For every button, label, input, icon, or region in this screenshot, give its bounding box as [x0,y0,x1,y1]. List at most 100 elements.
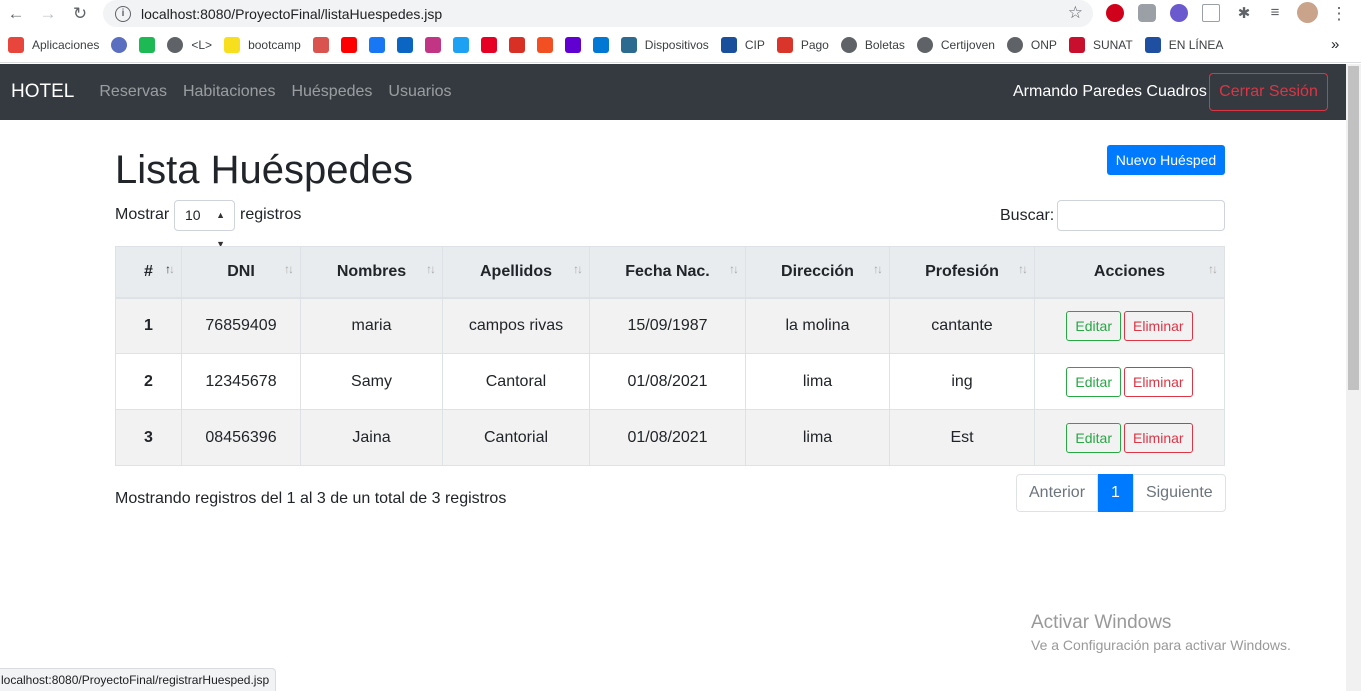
en-linea-icon [1144,36,1161,53]
back-arrow-icon[interactable]: ← [5,4,27,24]
bookmark-item[interactable] [111,36,128,53]
bookmark-item[interactable]: Dispositivos [620,36,709,53]
cell-profesion: ing [889,353,1035,410]
opera-extension-icon[interactable] [1106,4,1124,22]
header-apellidos[interactable]: Apellidos ↑↓ [442,246,590,299]
cell-direccion: lima [745,409,890,466]
bookmark-item[interactable] [396,36,413,53]
cell-index: 3 [115,409,182,466]
bookmark-item[interactable]: bootcamp [224,36,301,53]
cell-index: 2 [115,353,182,410]
table-row: 2 12345678 Samy Cantoral 01/08/2021 lima… [115,353,1225,410]
entries-per-page-select[interactable]: 10 ▲ ▼ [174,200,235,249]
spotify-icon [139,36,156,53]
bookmark-item[interactable] [508,36,525,53]
header-acciones[interactable]: Acciones ↑↓ [1034,246,1225,299]
table-row: 3 08456396 Jaina Cantorial 01/08/2021 li… [115,409,1225,466]
site-info-icon[interactable]: i [115,5,131,22]
new-guest-button[interactable]: Nuevo Huésped [1107,145,1225,175]
bookmark-item[interactable]: <L> [167,36,212,53]
bootcamp-icon [224,36,241,53]
page-scrollbar[interactable] [1346,64,1361,691]
sort-icon: ↑↓ [729,262,739,276]
globe-icon [1006,36,1023,53]
delete-button[interactable]: Eliminar [1124,422,1193,453]
globe-icon [840,36,857,53]
edit-button[interactable]: Editar [1066,422,1121,453]
next-page-button[interactable]: Siguiente [1132,474,1226,512]
edit-button[interactable]: Editar [1066,366,1121,397]
sort-icon: ↑↓ [1208,262,1218,276]
bookmark-item[interactable]: Aplicaciones [8,36,99,53]
header-fecha-nac[interactable]: Fecha Nac. ↑↓ [589,246,746,299]
bookmark-item[interactable] [564,36,581,53]
bookmark-item[interactable]: CIP [720,36,765,53]
more-bookmarks-icon[interactable]: » [1331,36,1339,53]
records-label: registros [240,206,302,223]
bookmark-item[interactable]: EN LÍNEA [1144,36,1223,53]
search-input[interactable] [1057,200,1225,231]
nav-link-reservas[interactable]: Reservas [99,83,167,101]
bookmark-item[interactable] [592,36,609,53]
forward-arrow-icon[interactable]: → [37,4,59,24]
scrollbar-thumb[interactable] [1348,66,1359,390]
bookmark-star-icon[interactable]: ☆ [1068,3,1083,23]
reload-icon[interactable]: ↻ [69,4,91,24]
globe-icon [167,36,184,53]
edit-button[interactable]: Editar [1066,310,1121,341]
nav-link-huespedes[interactable]: Huéspedes [291,83,372,101]
outlook-icon [592,36,609,53]
facebook-icon [368,36,385,53]
bookmark-item[interactable]: Pago [776,36,829,53]
bookmark-item[interactable]: SUNAT [1068,36,1133,53]
cell-nombres: Jaina [300,409,443,466]
header-profesion[interactable]: Profesión ↑↓ [889,246,1035,299]
page-1-button[interactable]: 1 [1098,474,1133,512]
bookmark-item[interactable] [312,36,329,53]
header-direccion[interactable]: Dirección ↑↓ [745,246,890,299]
bookmark-item[interactable]: Certijoven [916,36,995,53]
nav-link-usuarios[interactable]: Usuarios [388,83,451,101]
bookmark-item[interactable]: Boletas [840,36,905,53]
prev-page-button[interactable]: Anterior [1016,474,1099,512]
logout-button[interactable]: Cerrar Sesión [1209,73,1328,111]
bookmark-item[interactable] [368,36,385,53]
microsoft-icon [536,36,553,53]
header-index[interactable]: # ↑↓ [115,246,182,299]
bookmark-item[interactable] [139,36,156,53]
header-nombres[interactable]: Nombres ↑↓ [300,246,443,299]
shield-extension-icon[interactable] [1138,4,1156,22]
url-text: localhost:8080/ProyectoFinal/listaHuespe… [141,5,443,22]
yahoo-mail-icon [564,36,581,53]
top-navbar: HOTEL Reservas Habitaciones Huéspedes Us… [0,64,1346,120]
flower-extension-icon[interactable] [1170,4,1188,22]
search-label: Buscar: [1000,207,1055,224]
bookmarks-bar: Aplicaciones <L> bootcamp Dispositivos CIP Pa… [0,27,1361,63]
bookmark-item[interactable] [480,36,497,53]
browser-menu-icon[interactable]: ⋮ [1328,4,1350,24]
guests-table: # ↑↓ DNI ↑↓ Nombres ↑↓ Apellidos ↑↓ Fecha Na… [115,246,1225,466]
bookmark-item[interactable] [452,36,469,53]
rb-extension-icon[interactable] [1202,4,1220,22]
address-bar[interactable]: i localhost:8080/ProyectoFinal/listaHues… [103,0,1093,27]
bookmark-item[interactable] [424,36,441,53]
watermark-title: Activar Windows [1031,612,1172,633]
reading-list-icon[interactable]: ≡ [1264,4,1286,21]
profile-avatar[interactable] [1297,2,1318,23]
bookmark-item[interactable] [536,36,553,53]
bookmark-item[interactable]: ONP [1006,36,1057,53]
bookmark-label: Certijoven [940,37,995,52]
cell-nombres: maria [300,297,443,354]
cell-actions: Editar Eliminar [1034,409,1225,466]
cell-apellidos: Cantorial [442,409,590,466]
brand-logo[interactable]: HOTEL [11,81,74,103]
delete-button[interactable]: Eliminar [1124,310,1193,341]
delete-button[interactable]: Eliminar [1124,366,1193,397]
youtube-icon [340,36,357,53]
bookmark-item[interactable] [340,36,357,53]
cell-fecha: 01/08/2021 [589,353,746,410]
nav-link-habitaciones[interactable]: Habitaciones [183,83,276,101]
sort-icon: ↑↓ [1018,262,1028,276]
puzzle-extensions-icon[interactable]: ✱ [1233,4,1255,22]
header-dni[interactable]: DNI ↑↓ [181,246,301,299]
